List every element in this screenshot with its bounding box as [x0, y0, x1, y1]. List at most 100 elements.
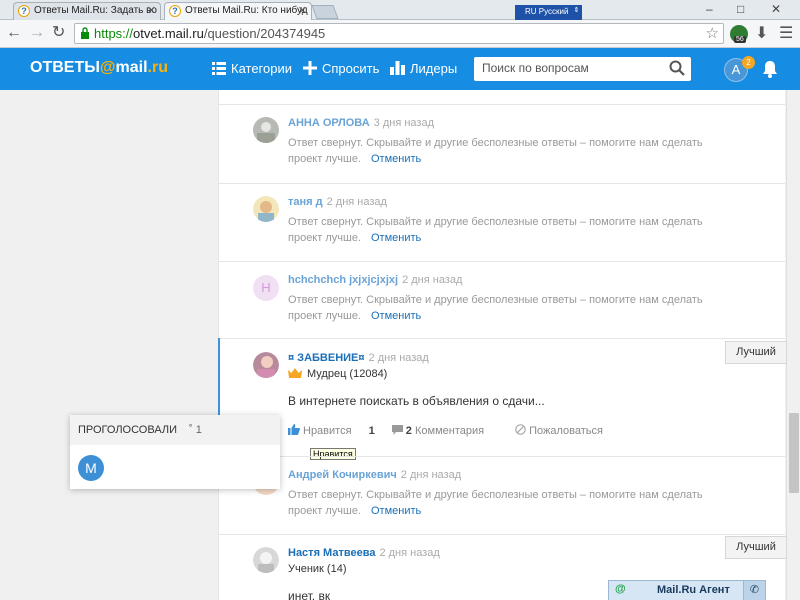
collapsed-text: Ответ свернут. Скрывайте и другие беспол…: [288, 294, 703, 322]
back-arrow-icon[interactable]: ←: [6, 24, 22, 42]
avatar[interactable]: H: [253, 275, 279, 301]
answer-author[interactable]: таня д2 дня назад: [288, 196, 387, 208]
answer-time: 2 дня назад: [368, 352, 429, 364]
cancel-link[interactable]: Отменить: [371, 310, 421, 322]
forward-arrow-icon[interactable]: →: [29, 24, 45, 42]
url-scheme: https://: [94, 26, 134, 41]
collapsed-answer: Ответ свернут. Скрывайте и другие беспол…: [288, 292, 728, 324]
extension-badge: 56: [734, 36, 746, 43]
voter-avatar[interactable]: М: [78, 455, 104, 481]
reload-icon[interactable]: ↻: [52, 24, 65, 42]
avatar-photo: [253, 117, 279, 143]
url-host: otvet.mail.ru: [133, 26, 204, 41]
collapsed-answer: Ответ свернут. Скрывайте и другие беспол…: [288, 135, 728, 167]
collapsed-answer: Ответ свернут. Скрывайте и другие беспол…: [288, 487, 728, 519]
bell-icon[interactable]: [762, 60, 778, 78]
search-input[interactable]: [482, 61, 662, 75]
like-tooltip: Нравится: [310, 448, 356, 460]
comments-button[interactable]: 2 Комментария: [391, 425, 498, 437]
site-header: ответы@mail.ru Категории Спросить Лидеры: [0, 48, 800, 90]
logo-brand: mail: [115, 59, 148, 76]
avatar-photo: [253, 352, 279, 378]
answer-author[interactable]: hchchchch jxjxjcjxjxj 2 дня назад: [288, 274, 462, 286]
author-name: hchchchch jxjxjcjxjxj: [288, 274, 399, 286]
bar-chart-icon: [390, 61, 405, 75]
nav-leaders[interactable]: Лидеры: [390, 61, 457, 76]
cancel-link[interactable]: Отменить: [371, 153, 421, 165]
answer-actions: Нравится 1 2 Комментария Пожаловаться: [288, 424, 631, 437]
cancel-link[interactable]: Отменить: [371, 505, 421, 517]
answer-text: инет, вк: [288, 589, 331, 600]
site-logo[interactable]: ответы@mail.ru: [30, 59, 168, 77]
maximize-icon[interactable]: □: [737, 2, 744, 16]
avatar[interactable]: [253, 547, 279, 573]
close-icon[interactable]: ✕: [298, 4, 307, 17]
collapsed-text: Ответ свернут. Скрывайте и другие беспол…: [288, 137, 703, 165]
answer-author[interactable]: ¤ ЗАБВЕНИЕ¤ 2 дня назад: [288, 352, 429, 364]
minimize-icon[interactable]: ‒: [706, 2, 713, 16]
address-bar[interactable]: https://otvet.mail.ru/question/204374945…: [74, 23, 724, 44]
logo-suffix: .ru: [147, 59, 168, 76]
menu-icon[interactable]: ☰: [779, 23, 793, 43]
cancel-link[interactable]: Отменить: [371, 232, 421, 244]
answer-time: 3 дня назад: [373, 117, 434, 129]
agent-logo-icon: @: [615, 583, 626, 595]
answer-time: 2 дня назад: [379, 547, 440, 559]
otvet-favicon-icon: ?: [18, 5, 30, 17]
answer-author[interactable]: Андрей Кочиркевич 2 дня назад: [288, 469, 461, 481]
author-name: АННА ОРЛОВА: [288, 117, 370, 129]
plus-icon: [303, 61, 317, 75]
report-button[interactable]: Пожаловаться: [515, 424, 617, 437]
answer-author[interactable]: АННА ОРЛОВА 3 дня назад: [288, 117, 434, 129]
browser-tab[interactable]: ? Ответы Mail.Ru: Задать во ✕: [13, 2, 161, 20]
new-tab-button[interactable]: [311, 5, 339, 19]
logo-at: @: [99, 59, 116, 76]
agent-bar[interactable]: @ Mail.Ru Агент ✆: [608, 580, 766, 600]
avatar[interactable]: [253, 117, 279, 143]
window-close-icon[interactable]: ✕: [771, 2, 781, 16]
like-label: Нравится: [303, 425, 352, 437]
answer-author[interactable]: Настя Матвеева 2 дня назад: [288, 547, 440, 559]
url-text: https://otvet.mail.ru/question/204374945: [94, 26, 325, 41]
answer-time: 2 дня назад: [326, 196, 387, 208]
download-icon[interactable]: ⬇: [755, 23, 768, 43]
best-answer-button[interactable]: Лучший: [725, 341, 787, 364]
divider: [218, 534, 785, 535]
nav-leaders-label: Лидеры: [410, 61, 458, 76]
author-rank: Ученик (14): [288, 563, 347, 575]
divider: [218, 261, 785, 262]
nav-ask-label: Спросить: [322, 61, 380, 76]
like-button[interactable]: Нравится 1: [288, 424, 375, 437]
chevron-updown-icon: ⇕: [573, 7, 580, 14]
close-icon[interactable]: ✕: [147, 4, 156, 17]
collapsed-answer: Ответ свернут. Скрывайте и другие беспол…: [288, 214, 728, 246]
scrollbar-thumb[interactable]: [789, 413, 799, 493]
avatar[interactable]: [253, 196, 279, 222]
author-name: Настя Матвеева: [288, 547, 376, 559]
divider: [218, 456, 785, 457]
phone-icon[interactable]: ✆: [743, 581, 765, 600]
votes-popup-header: ПРОГОЛОСОВАЛИ ˚ 1: [70, 415, 280, 445]
comment-icon: [391, 425, 403, 435]
best-answer-button[interactable]: Лучший: [725, 536, 787, 559]
votes-popup: ПРОГОЛОСОВАЛИ ˚ 1 М: [70, 415, 280, 489]
divider: [218, 338, 785, 339]
search-box: [474, 57, 691, 81]
nav-ask[interactable]: Спросить: [303, 61, 379, 76]
scrollbar[interactable]: [786, 90, 800, 600]
language-indicator[interactable]: RU Русский ⇕: [515, 5, 583, 20]
bookmark-star-icon[interactable]: ☆: [706, 24, 719, 42]
avatar-photo: [253, 547, 279, 573]
comments-label: Комментария: [414, 425, 485, 437]
search-icon[interactable]: [669, 60, 685, 76]
collapsed-text: Ответ свернут. Скрывайте и другие беспол…: [288, 216, 703, 244]
avatar[interactable]: [253, 352, 279, 378]
list-icon: [212, 62, 226, 75]
report-icon: [515, 424, 526, 435]
collapsed-text: Ответ свернут. Скрывайте и другие беспол…: [288, 489, 703, 517]
notification-badge: 2: [742, 56, 755, 69]
browser-tab-active[interactable]: ? Ответы Mail.Ru: Кто нибуд ✕: [164, 2, 312, 20]
otvet-favicon-icon: ?: [169, 5, 181, 17]
nav-categories[interactable]: Категории: [212, 61, 292, 76]
language-label: RU Русский: [525, 7, 569, 16]
